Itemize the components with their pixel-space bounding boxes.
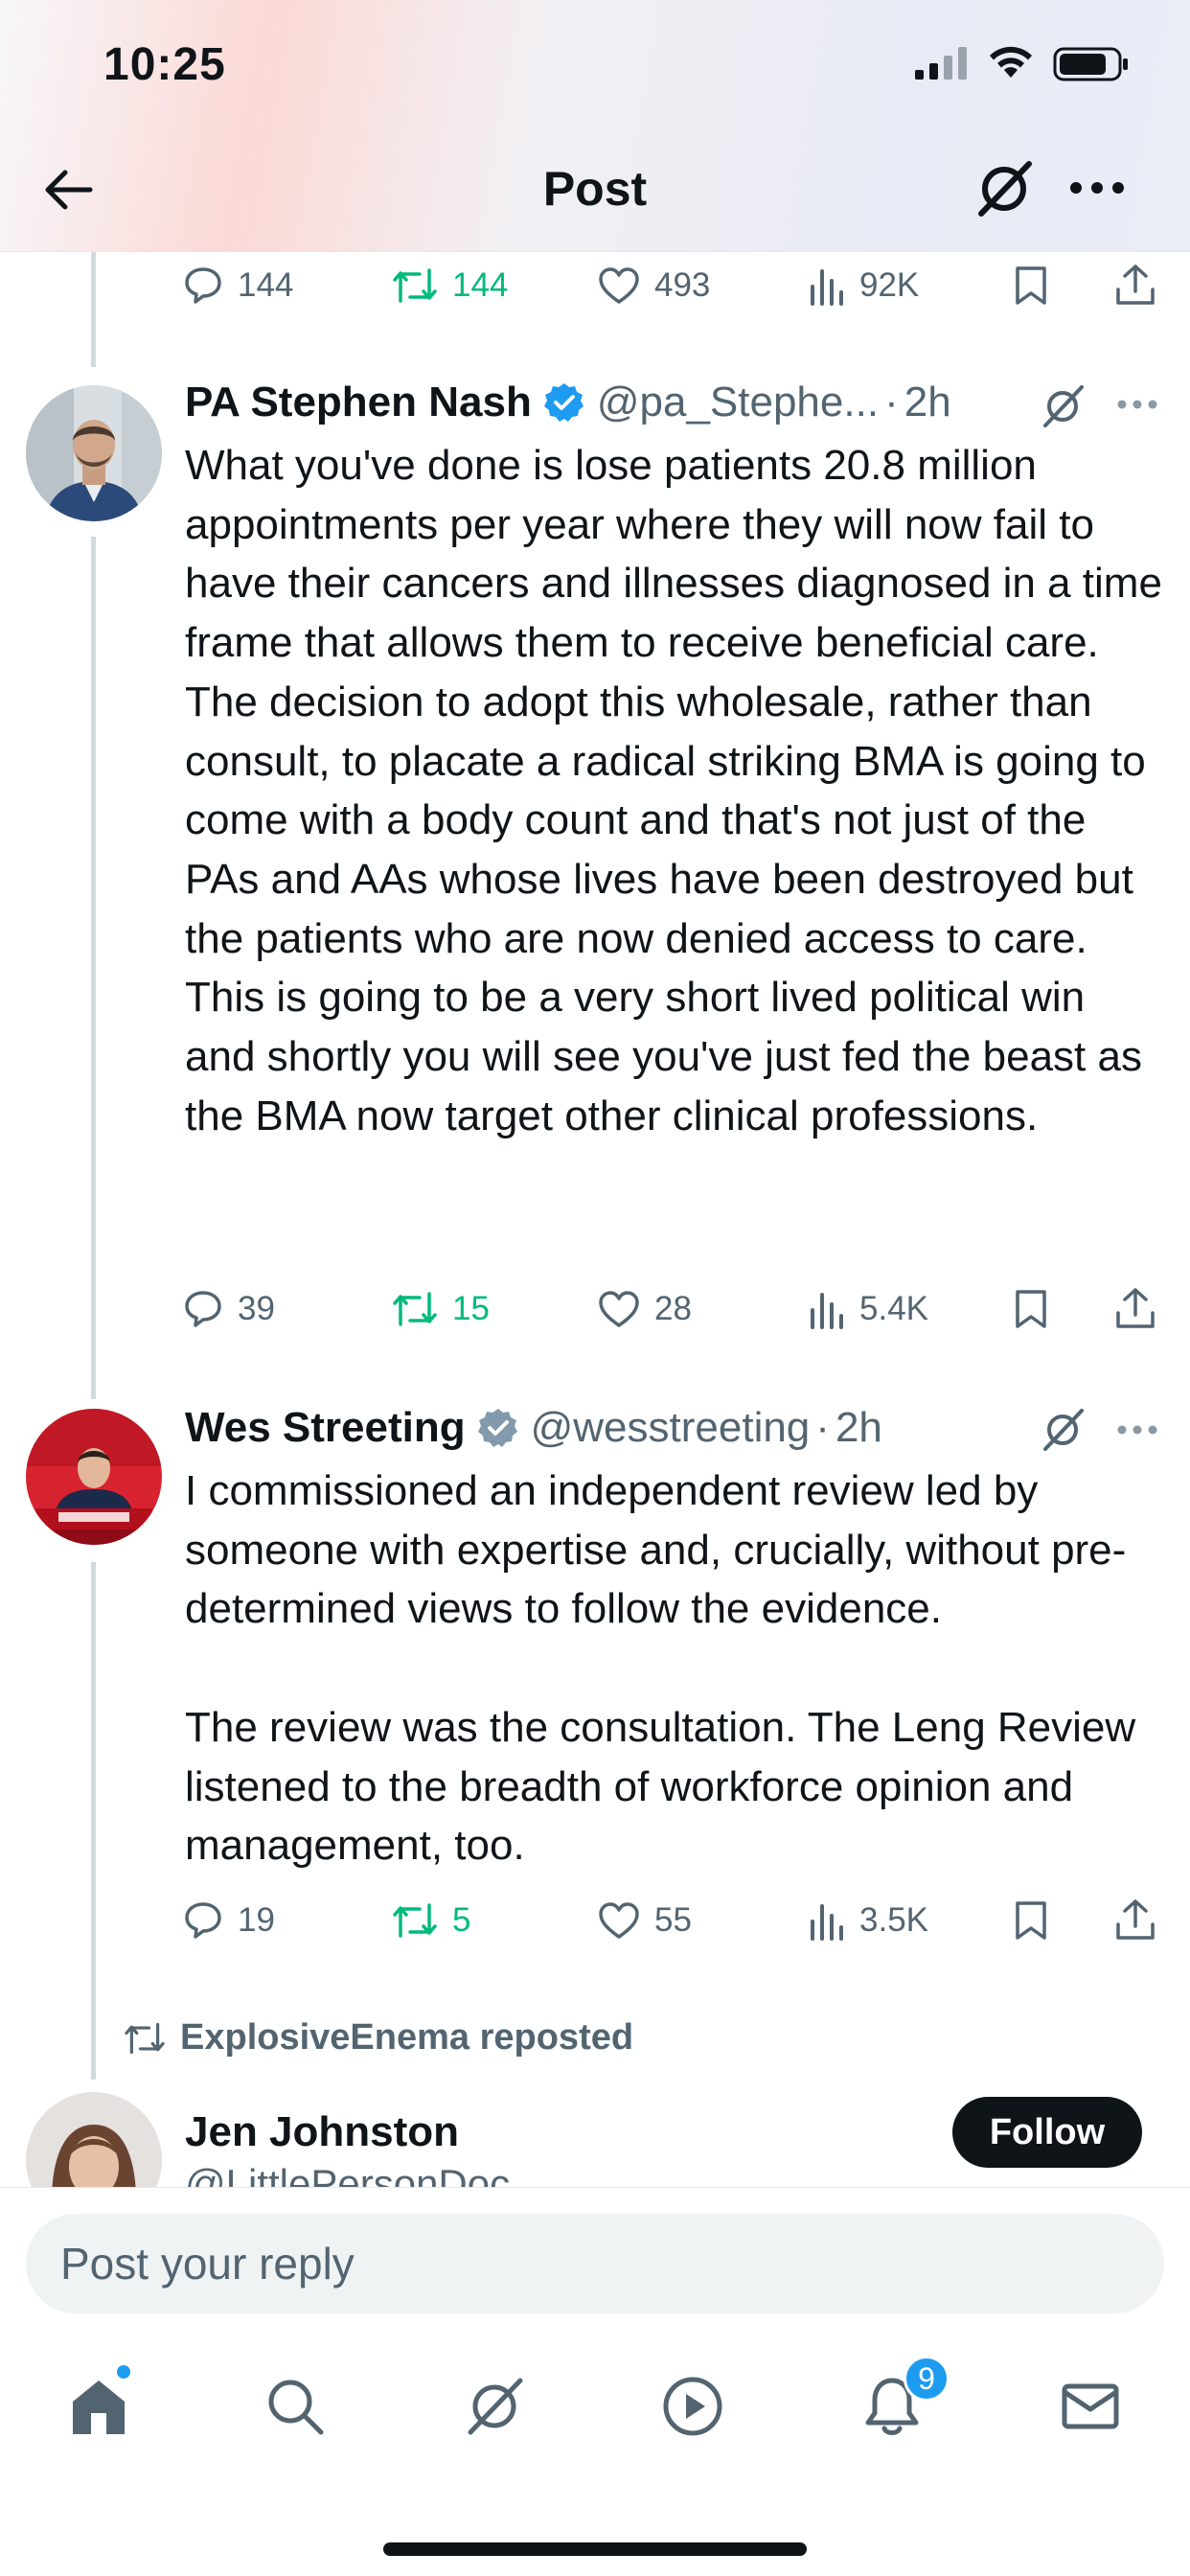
reply-count: 19 [238, 1901, 275, 1939]
reply-input[interactable]: Post your reply [26, 2214, 1164, 2313]
like-button[interactable]: 493 [597, 257, 710, 314]
author-name[interactable]: PA Stephen Nash [185, 379, 532, 426]
heart-icon [599, 267, 639, 304]
home-indicator [383, 2542, 807, 2556]
notifications-badge: 9 [904, 2356, 950, 2402]
home-notification-dot [117, 2365, 130, 2379]
messages-icon[interactable] [1059, 2375, 1122, 2438]
search-icon[interactable] [263, 2375, 327, 2438]
bookmark-icon[interactable] [1014, 264, 1048, 307]
views-button[interactable]: 3.5K [808, 1892, 928, 1949]
tweet-header: Wes Streeting @wesstreeting · 2h [185, 1399, 882, 1457]
repost-icon [393, 1903, 437, 1938]
views-icon [811, 269, 843, 306]
action-bar: 39 15 28 5.4K [182, 1280, 1159, 1338]
author-handle[interactable]: @wesstreeting [531, 1404, 811, 1452]
like-count: 28 [654, 1290, 692, 1327]
reply-button[interactable]: 39 [182, 1280, 275, 1338]
avatar-photo [26, 1409, 162, 1545]
avatar[interactable] [26, 385, 162, 521]
tweet-header: PA Stephen Nash @pa_Stephe... · 2h [185, 374, 951, 431]
reply-icon [185, 1291, 221, 1327]
status-time: 10:25 [103, 39, 226, 90]
repost-notice-text: ExplosiveEnema reposted [180, 2017, 634, 2058]
avatar[interactable] [26, 1409, 162, 1545]
author-name[interactable]: Jen Johnston [185, 2108, 459, 2156]
reply-count: 144 [238, 266, 294, 304]
repost-notice[interactable]: ExplosiveEnema reposted [123, 2017, 633, 2058]
share-icon[interactable] [1114, 1286, 1156, 1330]
views-count: 3.5K [859, 1901, 928, 1939]
verified-badge-icon [543, 383, 584, 422]
reply-count: 39 [238, 1290, 275, 1327]
share-icon[interactable] [1114, 1898, 1156, 1942]
signal-icon [915, 47, 967, 80]
repost-button[interactable]: 144 [391, 257, 508, 314]
tweet-header: Jen Johnston [185, 2104, 459, 2161]
heart-icon [599, 1291, 639, 1327]
follow-button[interactable]: Follow [952, 2097, 1142, 2168]
views-count: 92K [859, 266, 920, 304]
like-button[interactable]: 55 [597, 1892, 692, 1949]
thread-line [91, 537, 96, 1399]
repost-icon [393, 1292, 437, 1326]
views-icon [811, 1904, 843, 1941]
reply-icon [185, 1902, 221, 1939]
repost-icon [393, 268, 437, 303]
avatar-photo [26, 385, 162, 521]
bookmark-icon[interactable] [1014, 1288, 1048, 1330]
repost-count: 15 [452, 1290, 490, 1327]
post-time: 2h [835, 1404, 882, 1451]
separator-dot: · [884, 379, 899, 426]
tweet-text: I commissioned an independent review led… [185, 1467, 1136, 1870]
thread-line [91, 1562, 96, 2080]
grok-icon[interactable] [973, 158, 1035, 219]
bottom-bar: Post your reply 9 [0, 2187, 1190, 2576]
repost-button[interactable]: 15 [391, 1280, 490, 1338]
post-time: 2h [904, 379, 951, 426]
more-icon[interactable] [1116, 1424, 1158, 1436]
grok-icon[interactable] [463, 2375, 526, 2438]
views-button[interactable]: 5.4K [808, 1280, 928, 1338]
thread-line [91, 252, 96, 367]
action-bar: 19 5 55 3.5K [182, 1892, 1159, 1949]
verified-badge-icon [477, 1409, 517, 1447]
grok-icon[interactable] [1040, 383, 1086, 429]
tweet-text: What you've done is lose patients 20.8 m… [185, 442, 1175, 1139]
wifi-icon [990, 46, 1032, 78]
battery-icon [1053, 47, 1128, 81]
repost-button[interactable]: 5 [391, 1892, 470, 1949]
bookmark-icon[interactable] [1014, 1899, 1048, 1942]
more-icon[interactable] [1068, 180, 1126, 196]
video-icon[interactable] [661, 2375, 724, 2438]
top-bar: 10:25 Post [0, 0, 1190, 252]
heart-icon [599, 1902, 639, 1939]
more-icon[interactable] [1116, 399, 1158, 410]
author-name[interactable]: Wes Streeting [185, 1404, 466, 1452]
repost-icon [125, 2022, 165, 2054]
views-button[interactable]: 92K [808, 257, 919, 314]
like-button[interactable]: 28 [597, 1280, 692, 1338]
like-count: 55 [654, 1901, 692, 1939]
home-icon[interactable] [67, 2375, 130, 2438]
views-icon [811, 1293, 843, 1329]
views-count: 5.4K [859, 1290, 928, 1327]
share-icon[interactable] [1114, 263, 1156, 307]
action-bar: 144 144 493 92K [182, 257, 1159, 314]
reply-button[interactable]: 19 [182, 1892, 275, 1949]
like-count: 493 [654, 266, 711, 304]
repost-count: 5 [452, 1901, 471, 1939]
grok-icon[interactable] [1040, 1407, 1086, 1453]
repost-count: 144 [452, 266, 509, 304]
author-handle[interactable]: @pa_Stephe... [597, 379, 879, 426]
separator-dot: · [815, 1404, 830, 1451]
reply-button[interactable]: 144 [182, 257, 293, 314]
reply-icon [185, 267, 221, 304]
